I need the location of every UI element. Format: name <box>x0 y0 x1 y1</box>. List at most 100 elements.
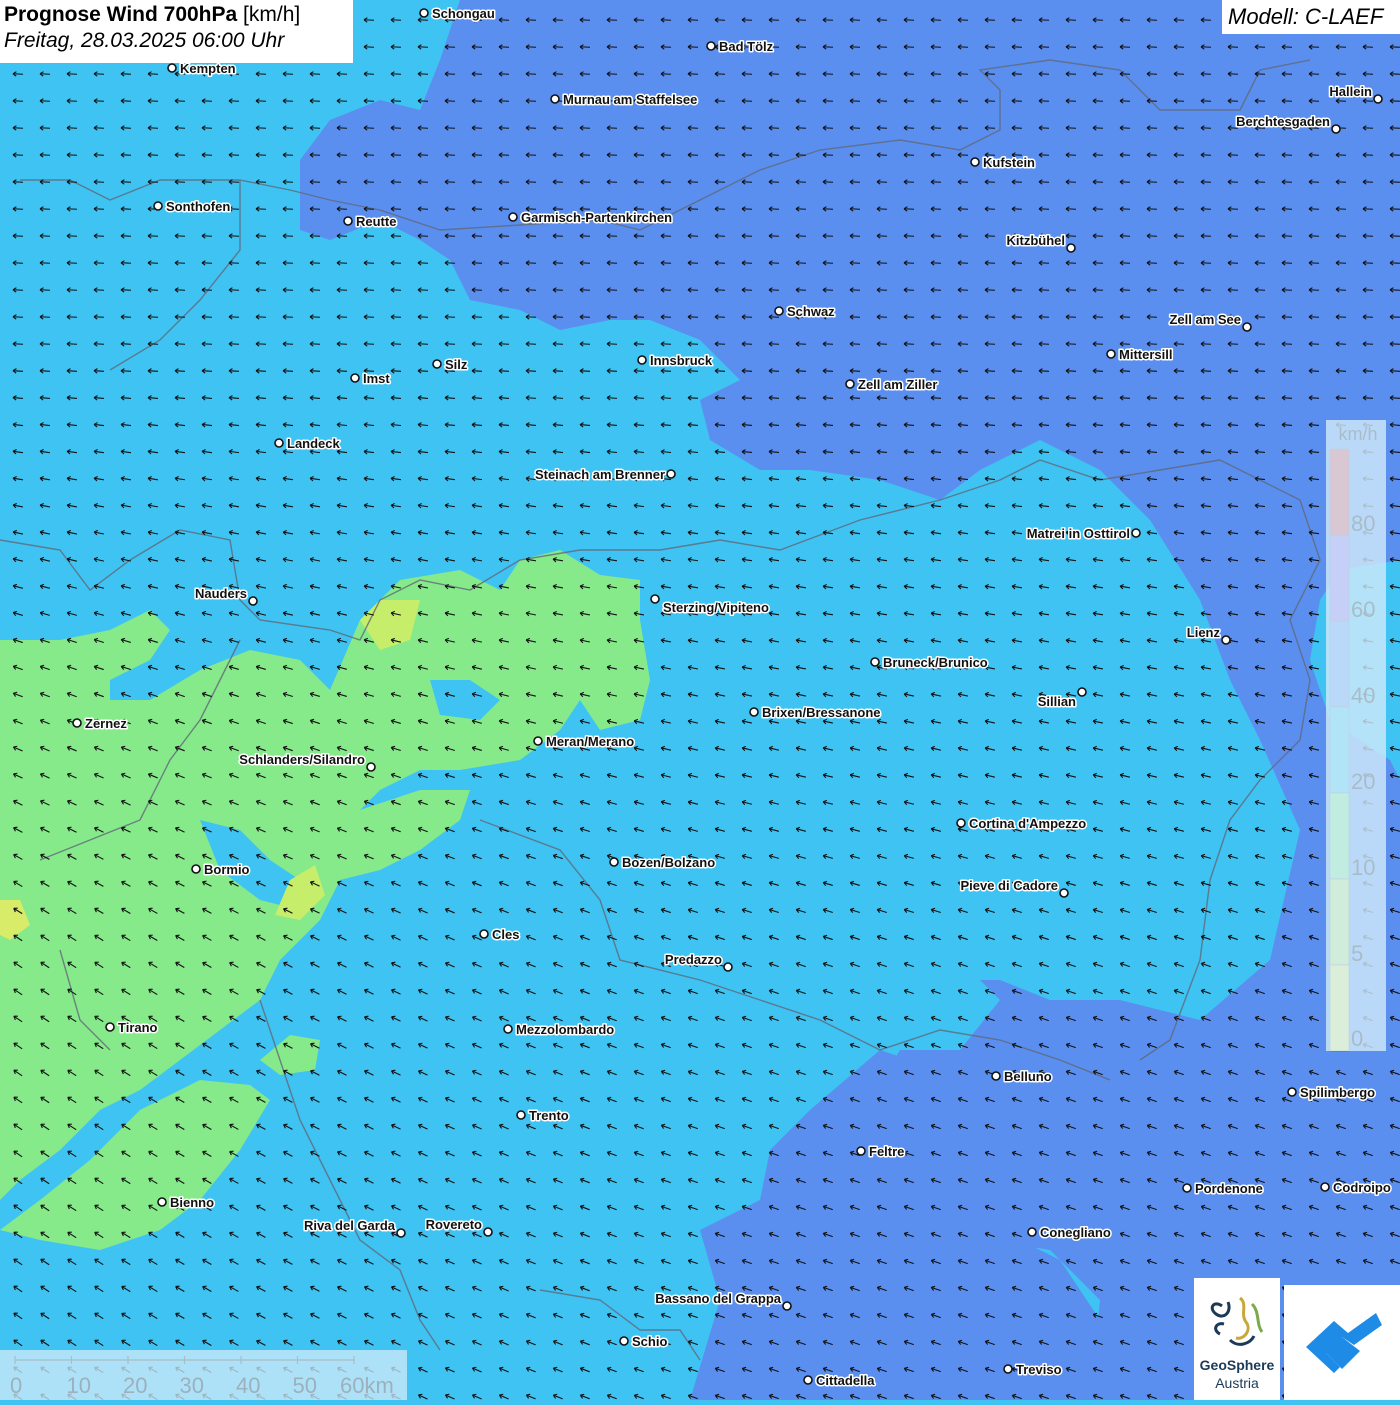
city-label: Garmisch-Partenkirchen <box>521 210 672 225</box>
city-dot-icon <box>971 158 979 166</box>
city-dot-icon <box>804 1376 812 1384</box>
city-label: Feltre <box>869 1144 904 1159</box>
city-label: Cortina d'Ampezzo <box>969 816 1086 831</box>
city-marker: SpilimbergoSpilimbergo <box>1288 1085 1375 1100</box>
city-label: Bienno <box>170 1195 214 1210</box>
city-label: Sillian <box>1038 694 1076 709</box>
city-label: Trento <box>529 1108 569 1123</box>
city-dot-icon <box>367 763 375 771</box>
city-label: Mittersill <box>1119 347 1172 362</box>
model-label: Modell: C-LAEF <box>1222 0 1400 34</box>
city-marker: SonthofenSonthofen <box>154 199 230 214</box>
city-dot-icon <box>667 470 675 478</box>
city-label: Meran/Merano <box>546 734 634 749</box>
city-dot-icon <box>484 1228 492 1236</box>
city-dot-icon <box>724 963 732 971</box>
city-marker: Murnau am StaffelseeMurnau am Staffelsee <box>551 92 697 107</box>
city-dot-icon <box>620 1337 628 1345</box>
city-label: Silz <box>445 357 468 372</box>
city-label: Brixen/Bressanone <box>762 705 881 720</box>
city-label: Codroipo <box>1333 1180 1391 1195</box>
city-dot-icon <box>638 356 646 364</box>
city-label: Cles <box>492 927 519 942</box>
city-label: Pieve di Cadore <box>960 878 1058 893</box>
city-label: Innsbruck <box>650 353 713 368</box>
city-marker: PordenonePordenone <box>1183 1181 1263 1196</box>
city-label: Rovereto <box>426 1217 482 1232</box>
city-label: Tirano <box>118 1020 158 1035</box>
city-label: Kitzbühel <box>1007 233 1066 248</box>
city-label: Kufstein <box>983 155 1035 170</box>
city-label: Spilimbergo <box>1300 1085 1375 1100</box>
city-marker: Cortina d'AmpezzoCortina d'Ampezzo <box>957 816 1086 831</box>
city-marker: Garmisch-PartenkirchenGarmisch-Partenkir… <box>509 210 672 225</box>
city-label: Lienz <box>1187 625 1221 640</box>
city-dot-icon <box>1028 1228 1036 1236</box>
city-label: Bruneck/Brunico <box>883 655 988 670</box>
city-label: Nauders <box>195 586 247 601</box>
city-label: Bozen/Bolzano <box>622 855 715 870</box>
city-label: Reutte <box>356 214 396 229</box>
city-dot-icon <box>192 865 200 873</box>
city-dot-icon <box>504 1025 512 1033</box>
city-label: Sterzing/Vipiteno <box>663 600 769 615</box>
title-box: Prognose Wind 700hPa [km/h] Freitag, 28.… <box>0 0 353 63</box>
city-label: Schlanders/Silandro <box>239 752 365 767</box>
city-marker: Bruneck/BrunicoBruneck/Brunico <box>871 655 988 670</box>
city-dot-icon <box>1222 636 1230 644</box>
forecast-time: Freitag, 28.03.2025 06:00 Uhr <box>4 29 353 53</box>
city-label: Hallein <box>1329 84 1372 99</box>
city-dot-icon <box>106 1023 114 1031</box>
city-label: Zell am Ziller <box>858 377 937 392</box>
city-label: Bormio <box>204 862 250 877</box>
city-dot-icon <box>992 1072 1000 1080</box>
city-marker: Matrei in OsttirolMatrei in Osttirol <box>1027 526 1140 541</box>
city-label: Predazzo <box>665 952 722 967</box>
city-dot-icon <box>1183 1184 1191 1192</box>
geosphere-logo: GeoSphere Austria <box>1194 1278 1280 1400</box>
city-marker: Brixen/BressanoneBrixen/Bressanone <box>750 705 881 720</box>
city-dot-icon <box>73 719 81 727</box>
geosphere-name: GeoSphere <box>1194 1357 1280 1373</box>
city-label: Riva del Garda <box>304 1218 396 1233</box>
city-dot-icon <box>509 213 517 221</box>
city-dot-icon <box>1288 1088 1296 1096</box>
scalebar-panel <box>0 1350 407 1400</box>
city-dot-icon <box>707 42 715 50</box>
city-marker: Zell am ZillerZell am Ziller <box>846 377 937 392</box>
city-dot-icon <box>480 930 488 938</box>
city-dot-icon <box>1132 529 1140 537</box>
city-dot-icon <box>433 360 441 368</box>
city-label: Kempten <box>180 61 236 76</box>
city-label: Matrei in Osttirol <box>1027 526 1130 541</box>
city-marker: Bozen/BolzanoBozen/Bolzano <box>610 855 715 870</box>
city-marker: Steinach am BrennerSteinach am Brenner <box>535 467 675 482</box>
city-dot-icon <box>351 374 359 382</box>
city-label: Schwaz <box>787 304 835 319</box>
city-dot-icon <box>1004 1365 1012 1373</box>
city-label: Sonthofen <box>166 199 230 214</box>
city-dot-icon <box>1374 95 1382 103</box>
city-marker: ConeglianoConegliano <box>1028 1225 1111 1240</box>
city-label: Berchtesgaden <box>1236 114 1330 129</box>
city-marker: SchongauSchongau <box>420 6 495 21</box>
city-label: Imst <box>363 371 390 386</box>
city-dot-icon <box>517 1111 525 1119</box>
city-dot-icon <box>1321 1183 1329 1191</box>
city-label: Mezzolombardo <box>516 1022 614 1037</box>
city-label: Bad Tölz <box>719 39 774 54</box>
city-dot-icon <box>783 1302 791 1310</box>
city-label: Zell am See <box>1169 312 1241 327</box>
city-dot-icon <box>957 819 965 827</box>
city-label: Murnau am Staffelsee <box>563 92 697 107</box>
city-dot-icon <box>158 1198 166 1206</box>
legend-panel <box>1326 420 1386 1051</box>
city-dot-icon <box>775 307 783 315</box>
city-dot-icon <box>249 597 257 605</box>
city-label: Pordenone <box>1195 1181 1263 1196</box>
city-dot-icon <box>154 202 162 210</box>
geosphere-country: Austria <box>1194 1375 1280 1391</box>
city-dot-icon <box>1332 125 1340 133</box>
city-dot-icon <box>344 217 352 225</box>
city-label: Treviso <box>1016 1362 1062 1377</box>
